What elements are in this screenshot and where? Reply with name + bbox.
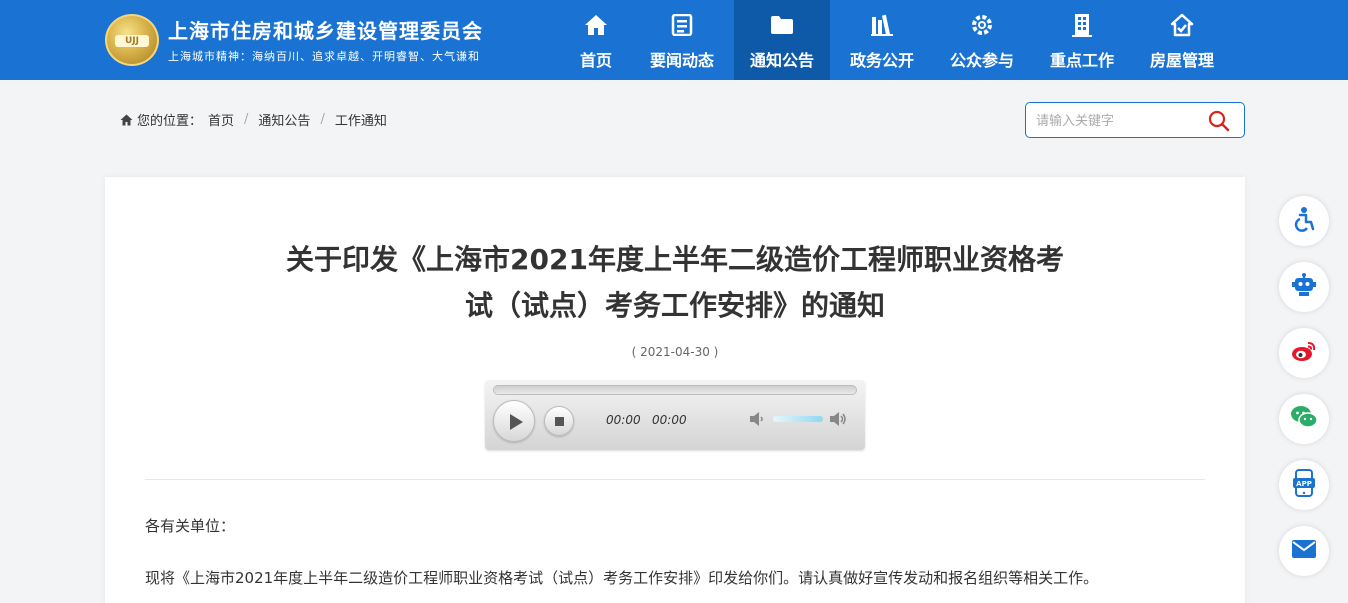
nav-label: 首页 — [579, 51, 612, 70]
nav-item-gov-open[interactable]: 政务公开 — [834, 0, 930, 80]
nav-item-home[interactable]: 首页 — [548, 0, 644, 80]
breadcrumb-item-home[interactable]: 首页 — [208, 110, 234, 129]
volume-slider[interactable] — [773, 416, 823, 422]
folder-icon — [734, 12, 830, 38]
mail-icon — [1291, 539, 1317, 563]
breadcrumb-prefix: 您的位置： — [137, 114, 203, 129]
nav-item-housing[interactable]: 房屋管理 — [1134, 0, 1230, 80]
mail-button[interactable] — [1279, 526, 1329, 576]
accessibility-button[interactable] — [1279, 196, 1329, 246]
current-time: 00:00 — [606, 413, 641, 427]
nav-item-key-work[interactable]: 重点工作 — [1034, 0, 1130, 80]
article-card: 关于印发《上海市2021年度上半年二级造价工程师职业资格考 试（试点）考务工作安… — [105, 177, 1245, 603]
article-title-line: 关于印发《上海市2021年度上半年二级造价工程师职业资格考 — [286, 243, 1064, 276]
stop-button[interactable] — [544, 406, 574, 436]
site-logo[interactable]: UJJ — [105, 14, 159, 66]
accessibility-icon — [1292, 206, 1316, 236]
breadcrumb-item-notices[interactable]: 通知公告 — [258, 110, 310, 129]
house-check-icon — [1134, 12, 1230, 38]
audio-progress-bar[interactable] — [493, 385, 857, 395]
nav-item-news[interactable]: 要闻动态 — [634, 0, 730, 80]
svg-text:APP: APP — [1296, 480, 1312, 488]
breadcrumb-separator: / — [244, 112, 249, 127]
app-icon: APP — [1293, 469, 1315, 501]
nav-item-public[interactable]: 公众参与 — [934, 0, 1030, 80]
nav-label: 通知公告 — [749, 51, 814, 70]
weibo-button[interactable] — [1279, 328, 1329, 378]
article-date: ( 2021-04-30 ) — [631, 345, 719, 359]
article-greeting: 各有关单位： — [145, 517, 236, 535]
wechat-button[interactable] — [1279, 394, 1329, 444]
search-box — [1025, 102, 1245, 138]
article-title: 关于印发《上海市2021年度上半年二级造价工程师职业资格考 试（试点）考务工作安… — [245, 237, 1105, 329]
robot-button[interactable] — [1279, 262, 1329, 312]
nav-item-notices[interactable]: 通知公告 — [734, 0, 830, 80]
breadcrumb-separator: / — [320, 112, 325, 127]
site-header: UJJ 上海市住房和城乡建设管理委员会 上海城市精神：海纳百川、追求卓越、开明睿… — [0, 0, 1348, 80]
nav-label: 重点工作 — [1049, 51, 1114, 70]
breadcrumb-item-work-notice[interactable]: 工作通知 — [335, 110, 387, 129]
mute-icon[interactable] — [749, 411, 767, 427]
app-button[interactable]: APP — [1279, 460, 1329, 510]
books-icon — [834, 12, 930, 38]
divider — [145, 479, 1205, 480]
nav-label: 政务公开 — [849, 51, 914, 70]
article-title-line: 试（试点）考务工作安排》的通知 — [464, 289, 885, 322]
nav-label: 公众参与 — [949, 51, 1014, 70]
article-body: 现将《上海市2021年度上半年二级造价工程师职业资格考试（试点）考务工作安排》印… — [145, 569, 1099, 587]
volume-max-icon[interactable] — [829, 411, 847, 427]
building-icon — [1034, 12, 1130, 38]
robot-icon — [1291, 273, 1317, 301]
home-icon — [548, 12, 644, 38]
search-icon[interactable] — [1208, 110, 1230, 132]
nav-label: 房屋管理 — [1149, 51, 1214, 70]
site-subtitle: 上海城市精神：海纳百川、追求卓越、开明睿智、大气谦和 — [168, 50, 480, 63]
breadcrumb: 您的位置： 首页 / 通知公告 / 工作通知 — [120, 110, 387, 129]
play-button[interactable] — [493, 400, 535, 442]
site-title[interactable]: 上海市住房和城乡建设管理委员会 — [168, 15, 483, 44]
logo-text: UJJ — [115, 35, 149, 47]
home-icon — [120, 114, 133, 126]
wechat-icon — [1290, 405, 1318, 433]
duration-time: 00:00 — [652, 413, 687, 427]
nav-label: 要闻动态 — [649, 51, 714, 70]
audio-player: 00:00 00:00 — [485, 380, 865, 450]
search-input[interactable] — [1036, 111, 1196, 131]
news-icon — [634, 12, 730, 38]
gear-people-icon — [934, 12, 1030, 38]
weibo-icon — [1291, 340, 1317, 366]
